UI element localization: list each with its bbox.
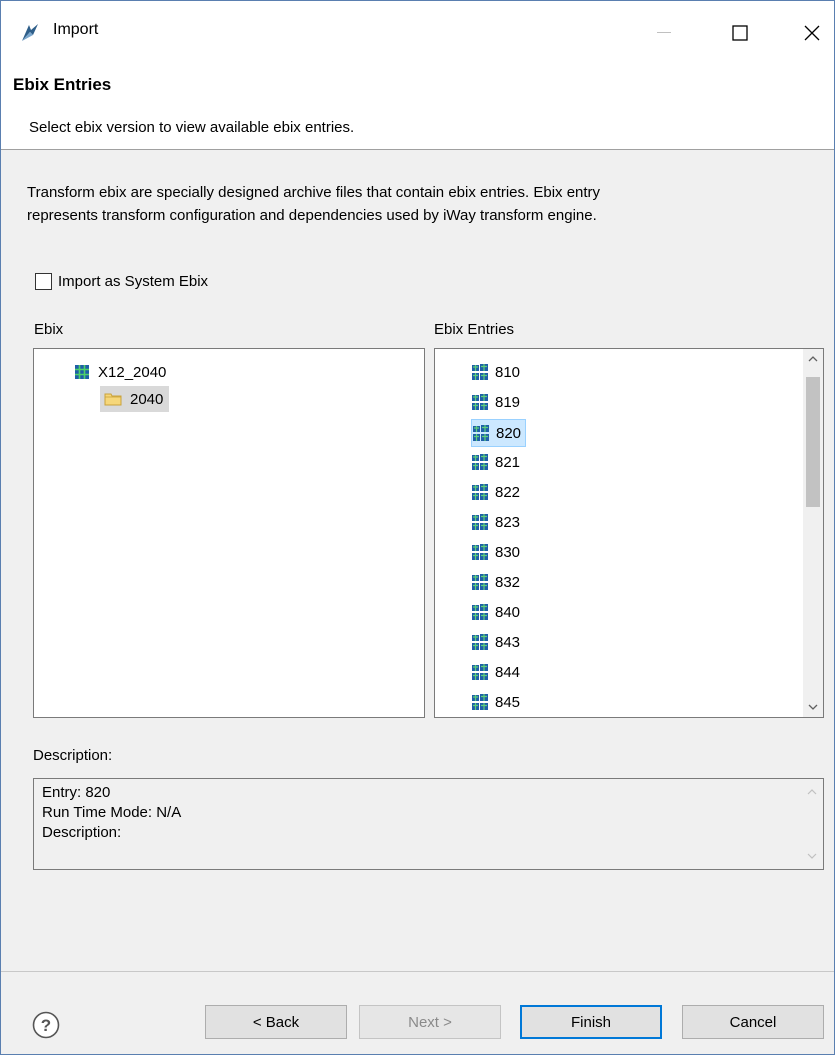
app-icon xyxy=(19,21,41,43)
ebix-entries-list[interactable]: 810 819 820 821 822 823 830 832 840 843 844 845 xyxy=(434,348,824,718)
scroll-thumb[interactable] xyxy=(806,377,820,507)
entry-icon xyxy=(471,573,489,591)
entry-icon xyxy=(471,393,489,411)
svg-text:?: ? xyxy=(41,1016,51,1035)
entry-item-810[interactable]: 810 xyxy=(471,359,520,385)
help-icon: ? xyxy=(32,1011,60,1039)
description-box[interactable]: Entry: 820 Run Time Mode: N/A Descriptio… xyxy=(33,778,824,870)
window-title: Import xyxy=(53,21,99,38)
entry-icon xyxy=(471,363,489,381)
folder-icon xyxy=(104,393,122,406)
import-system-ebix-checkbox[interactable] xyxy=(35,273,52,290)
chevron-down-icon xyxy=(807,853,817,859)
next-button[interactable]: Next > xyxy=(359,1005,501,1039)
tree-item-label: 2040 xyxy=(130,390,164,408)
description-label: Description: xyxy=(33,747,113,764)
back-button[interactable]: < Back xyxy=(205,1005,347,1039)
entry-label: 822 xyxy=(495,483,521,501)
close-button[interactable] xyxy=(787,15,835,51)
description-entry: Entry: 820 xyxy=(42,784,111,801)
scroll-up-button[interactable] xyxy=(803,349,823,369)
ebix-label: Ebix xyxy=(34,321,64,338)
entry-icon xyxy=(471,693,489,711)
import-system-ebix-option[interactable]: Import as System Ebix xyxy=(35,273,208,290)
help-button[interactable]: ? xyxy=(32,1011,60,1039)
entry-item-844[interactable]: 844 xyxy=(471,659,520,685)
entries-scrollbar[interactable] xyxy=(803,349,823,717)
footer-separator xyxy=(1,971,834,972)
description-mode: Run Time Mode: N/A xyxy=(42,804,182,821)
entry-label: 823 xyxy=(495,513,521,531)
entry-label: 830 xyxy=(495,543,521,561)
entry-item-819[interactable]: 819 xyxy=(471,389,520,415)
entry-label: 844 xyxy=(495,663,521,681)
ebix-entries-label: Ebix Entries xyxy=(434,321,515,338)
page-title: Ebix Entries xyxy=(13,75,112,94)
scroll-down-button[interactable] xyxy=(803,697,823,717)
entry-icon xyxy=(471,663,489,681)
entry-label: 845 xyxy=(495,693,521,711)
entry-label: 821 xyxy=(495,453,521,471)
minimize-button[interactable] xyxy=(639,15,689,51)
entry-icon xyxy=(471,633,489,651)
wizard-banner: Ebix Entries Select ebix version to view… xyxy=(1,63,834,150)
import-dialog: Import Ebix Entries Select ebix version … xyxy=(0,0,835,1055)
entry-label: 843 xyxy=(495,633,521,651)
maximize-button[interactable] xyxy=(715,15,765,51)
chevron-down-icon xyxy=(808,704,818,710)
entry-label: 819 xyxy=(495,393,521,411)
tree-item-label: X12_2040 xyxy=(98,363,167,381)
entry-icon xyxy=(471,453,489,471)
entry-icon xyxy=(471,543,489,561)
maximize-icon xyxy=(732,25,748,41)
chevron-up-icon xyxy=(807,789,817,795)
entry-item-832[interactable]: 832 xyxy=(471,569,520,595)
grid-icon xyxy=(75,365,89,379)
entry-item-830[interactable]: 830 xyxy=(471,539,520,565)
entry-label: 832 xyxy=(495,573,521,591)
description-text: Description: xyxy=(42,824,122,841)
entry-label: 840 xyxy=(495,603,521,621)
minimize-icon xyxy=(657,32,671,33)
entry-icon xyxy=(471,603,489,621)
entry-item-820[interactable]: 820 xyxy=(471,419,527,447)
intro-text: Transform ebix are specially designed ar… xyxy=(27,181,807,227)
tree-item-x12-2040[interactable]: X12_2040 xyxy=(74,359,166,385)
tree-item-2040[interactable]: 2040 xyxy=(100,386,170,412)
finish-button[interactable]: Finish xyxy=(520,1005,662,1039)
page-message: Select ebix version to view available eb… xyxy=(29,119,355,136)
close-icon xyxy=(804,25,820,41)
entry-label: 810 xyxy=(495,363,521,381)
cancel-button[interactable]: Cancel xyxy=(682,1005,824,1039)
entry-item-843[interactable]: 843 xyxy=(471,629,520,655)
entry-item-845[interactable]: 845 xyxy=(471,689,520,715)
entry-icon xyxy=(471,483,489,501)
intro-line-2: represents transform configuration and d… xyxy=(27,207,597,224)
entry-item-840[interactable]: 840 xyxy=(471,599,520,625)
intro-line-1: Transform ebix are specially designed ar… xyxy=(27,184,601,201)
entry-item-823[interactable]: 823 xyxy=(471,509,520,535)
ebix-tree[interactable]: X12_2040 2040 xyxy=(33,348,425,718)
entry-icon xyxy=(472,424,490,442)
import-system-ebix-label: Import as System Ebix xyxy=(58,273,209,290)
entry-item-821[interactable]: 821 xyxy=(471,449,520,475)
entry-label: 820 xyxy=(496,424,522,442)
entry-item-822[interactable]: 822 xyxy=(471,479,520,505)
entry-icon xyxy=(471,513,489,531)
chevron-up-icon xyxy=(808,356,818,362)
title-bar: Import xyxy=(1,1,834,63)
